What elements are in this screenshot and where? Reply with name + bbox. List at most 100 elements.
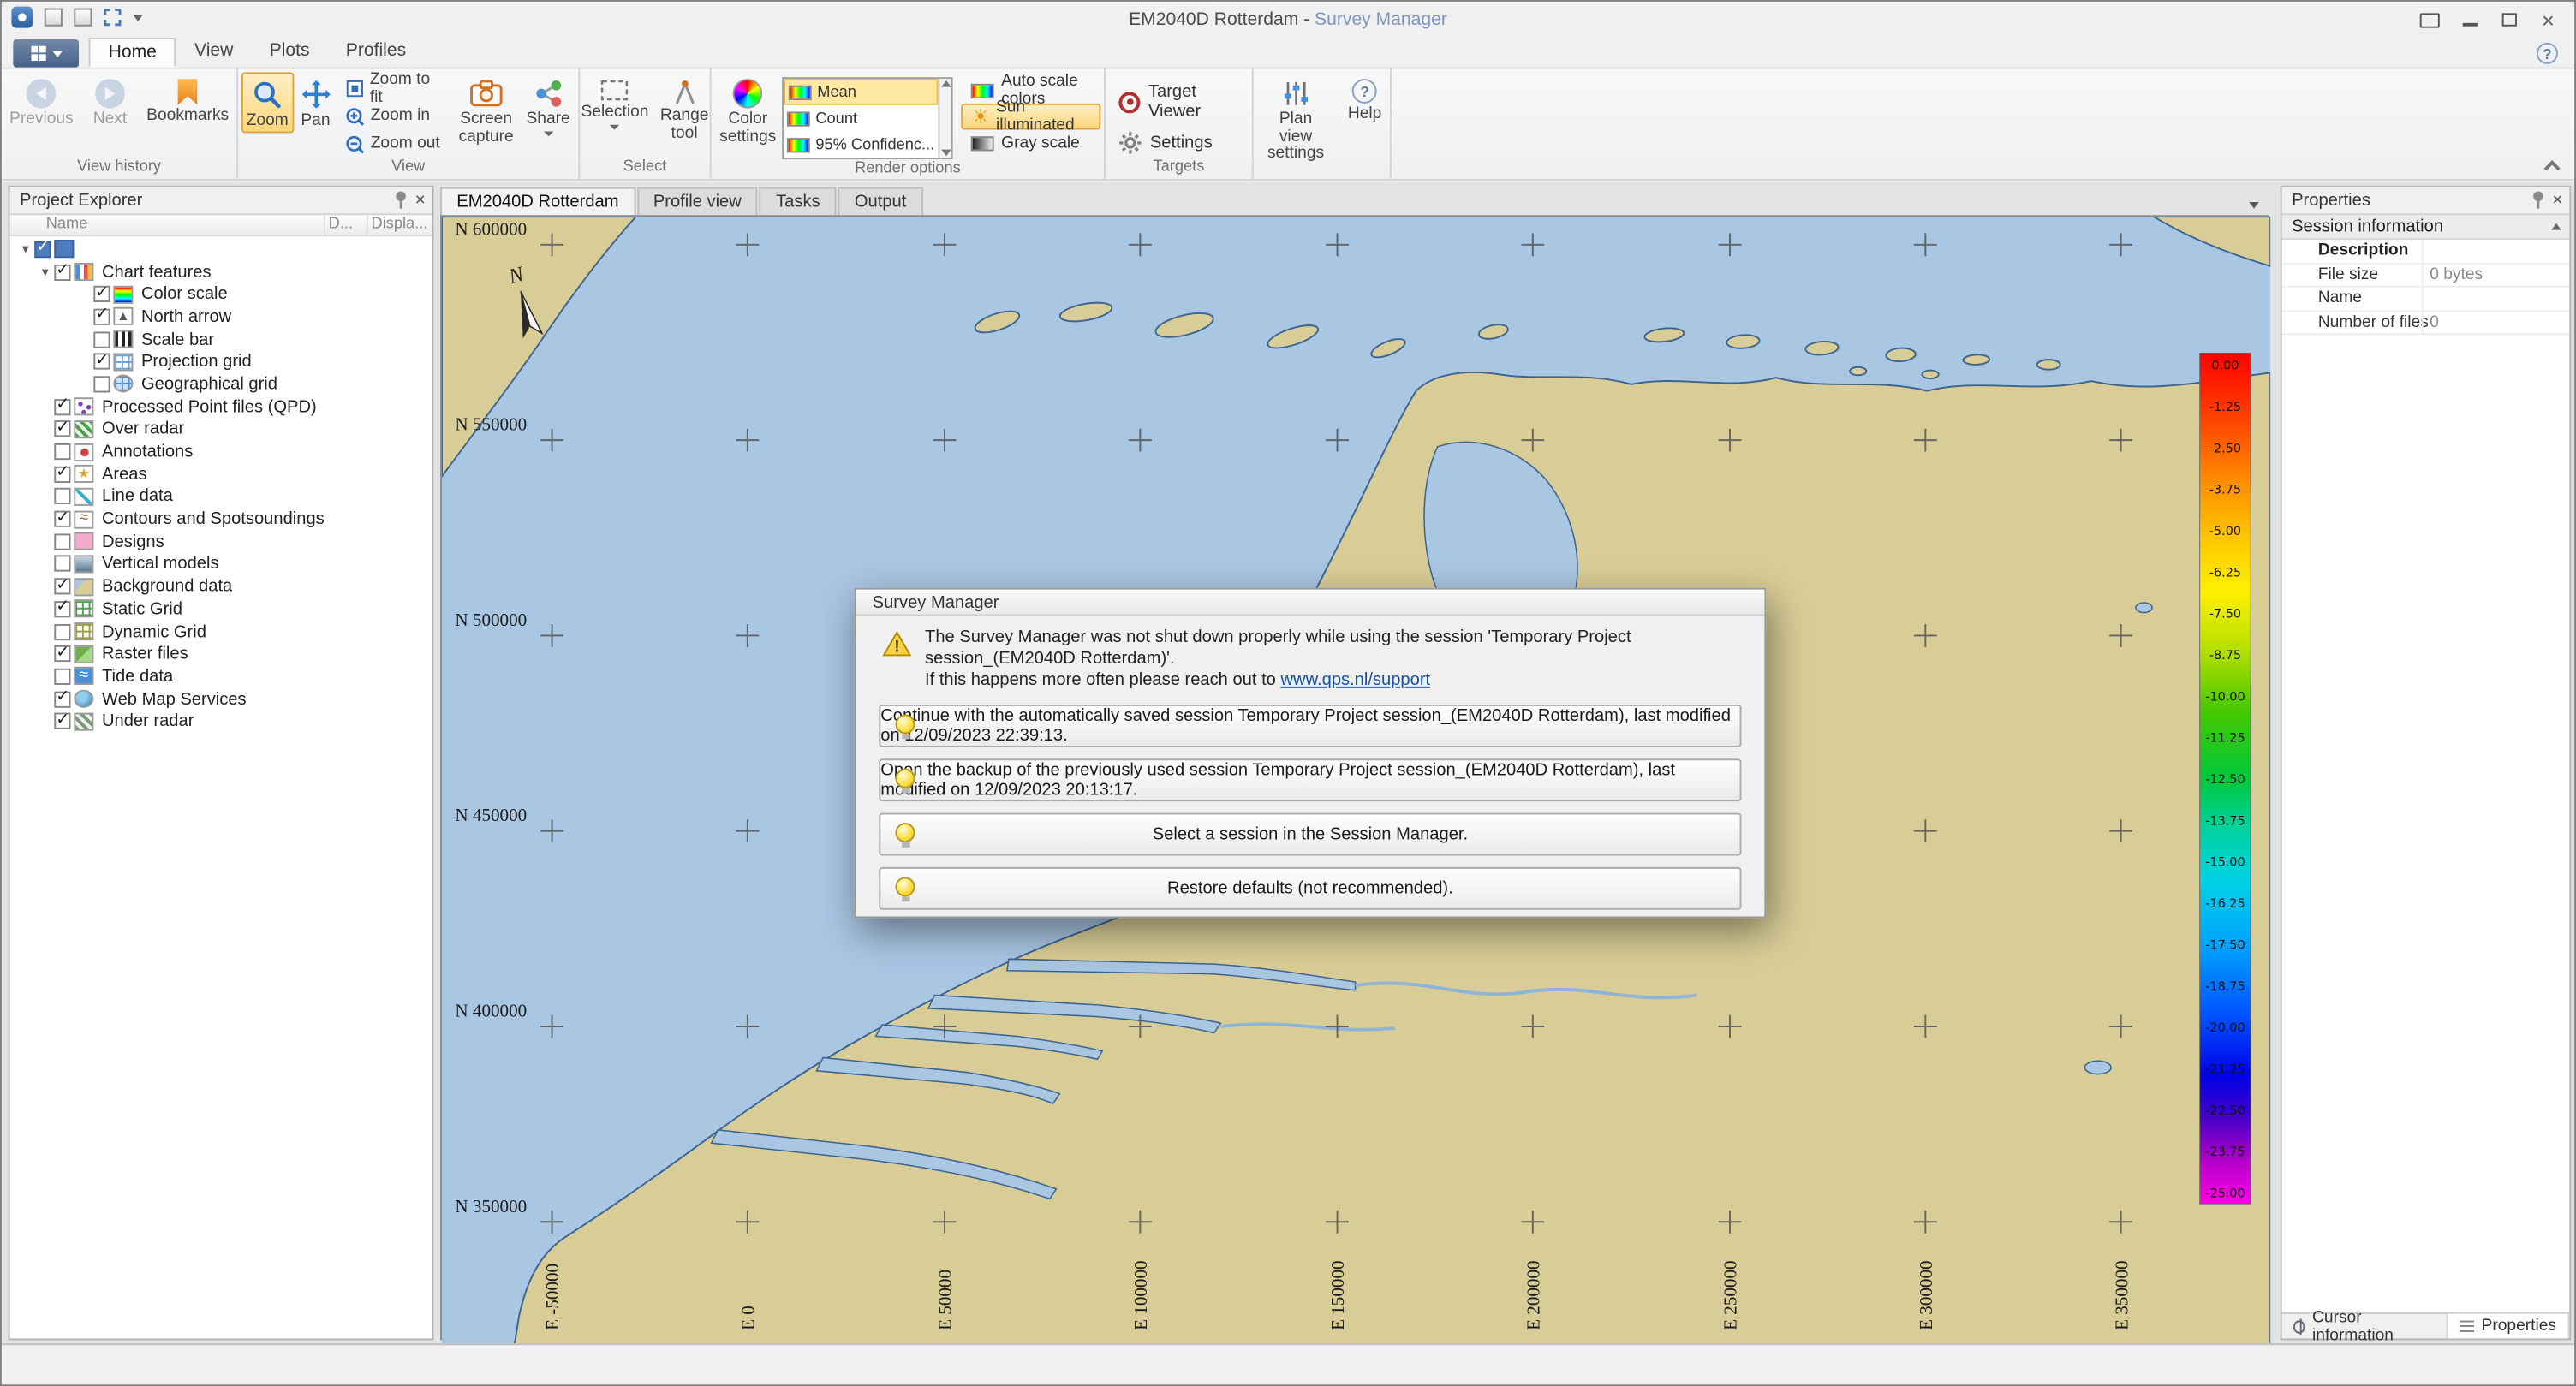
layer-checkbox[interactable] [93,331,110,348]
tree-item[interactable]: Areas [10,463,432,485]
tree-item[interactable]: Chart features [10,260,432,283]
layer-checkbox[interactable] [54,466,70,482]
maximize-button[interactable] [2489,5,2528,35]
tree-item[interactable]: Vertical models [10,553,432,575]
pan-button[interactable]: Pan [295,72,336,132]
property-row[interactable]: Name [2282,288,2570,312]
ribbon-tab[interactable]: View [176,38,252,68]
dialog-option-button[interactable]: Restore defaults (not recommended). [879,867,1741,910]
tree-item[interactable]: Contours and Spotsoundings [10,508,432,530]
help-button[interactable]: Help [1343,72,1386,125]
ribbon-tab[interactable]: Home [89,38,176,68]
column-d[interactable]: D... [324,215,367,235]
tree-item[interactable]: Projection grid [10,350,432,372]
document-tab[interactable]: Tasks [760,187,837,216]
tree-item[interactable]: Raster files [10,643,432,665]
share-button[interactable]: Share [522,72,575,137]
close-panel-icon[interactable]: × [2552,191,2562,209]
tree-item[interactable]: Processed Point files (QPD) [10,396,432,418]
layer-selector-scrollbar[interactable] [938,79,952,158]
layer-checkbox[interactable] [93,376,110,392]
help-button-top[interactable] [2537,43,2558,64]
property-row[interactable]: Description [2282,240,2570,264]
tree-item[interactable] [10,238,432,260]
tree-column-headers[interactable]: Name D... Displa... [10,215,432,236]
layer-checkbox[interactable] [54,264,70,280]
sun-illuminated-button[interactable]: Sun illuminated [962,104,1100,130]
tree-item[interactable]: Static Grid [10,598,432,620]
bookmarks-button[interactable]: Bookmarks [141,72,233,127]
session-information-header[interactable]: Session information [2282,215,2570,240]
tree-item[interactable]: Under radar [10,711,432,733]
color-settings-button[interactable]: Color settings [714,72,781,147]
layer-checkbox[interactable] [54,399,70,415]
target-viewer-button[interactable]: Target Viewer [1118,82,1238,122]
ribbon-tab[interactable]: Plots [252,38,328,68]
color-layer-option[interactable]: 95% Confidenc... [784,131,938,158]
gray-scale-button[interactable]: Gray scale [962,130,1100,157]
layer-checkbox[interactable] [93,308,110,324]
dialog-option-button[interactable]: Select a session in the Session Manager. [879,813,1741,856]
selection-button[interactable]: Selection [576,72,653,130]
screen-capture-button[interactable]: Screen capture [452,72,519,147]
expand-arrow-icon[interactable] [16,242,34,257]
close-panel-icon[interactable]: × [415,191,426,209]
tree-item[interactable]: Tide data [10,665,432,687]
tree-item[interactable]: Over radar [10,418,432,440]
property-row[interactable]: Number of files 0 [2282,312,2570,336]
tree-item[interactable]: Color scale [10,283,432,306]
tree-item[interactable]: Designs [10,531,432,553]
tree-item[interactable]: Web Map Services [10,687,432,710]
layer-checkbox[interactable] [54,645,70,662]
column-display[interactable]: Displa... [367,215,432,235]
tree-item[interactable]: Geographical grid [10,373,432,396]
layer-checkbox[interactable] [34,241,51,258]
layer-checkbox[interactable] [54,579,70,595]
document-tab[interactable]: Output [838,187,923,216]
presentation-mode-button[interactable] [2410,5,2449,35]
layer-checkbox[interactable] [54,623,70,639]
range-tool-button[interactable]: Range tool [655,72,713,144]
minimize-button[interactable] [2449,5,2489,35]
ribbon-tab[interactable]: Profiles [328,38,425,68]
color-layer-option[interactable]: Count [784,105,938,132]
layer-checkbox[interactable] [93,286,110,302]
layer-checkbox[interactable] [54,601,70,617]
application-menu-button[interactable] [13,39,79,68]
tree-item[interactable]: North arrow [10,306,432,328]
layer-checkbox[interactable] [54,713,70,729]
expand-arrow-icon[interactable] [36,265,54,279]
layer-checkbox[interactable] [54,691,70,707]
tab-list-dropdown-icon[interactable] [2249,202,2259,209]
previous-button[interactable]: Previous [4,72,78,130]
support-link[interactable]: www.qps.nl/support [1280,670,1430,690]
pin-icon[interactable] [394,191,407,211]
layer-checkbox[interactable] [54,421,70,437]
next-button[interactable]: Next [88,72,132,130]
color-layer-option[interactable]: Mean [784,79,938,105]
layer-checkbox[interactable] [54,533,70,550]
dialog-option-button[interactable]: Open the backup of the previously used s… [879,758,1741,801]
tree-item[interactable]: Line data [10,485,432,508]
tab-cursor-information[interactable]: Cursor information [2282,1314,2449,1339]
property-row[interactable]: File size 0 bytes [2282,264,2570,288]
document-tab[interactable]: EM2040D Rotterdam [440,187,635,216]
layer-checkbox[interactable] [54,669,70,685]
layer-checkbox[interactable] [54,511,70,527]
layer-checkbox[interactable] [93,354,110,370]
tree-item[interactable]: Annotations [10,440,432,462]
layer-checkbox[interactable] [54,489,70,505]
plan-view-settings-button[interactable]: Plan view settings [1257,72,1335,164]
close-button[interactable]: × [2528,5,2567,35]
tree-item[interactable]: Dynamic Grid [10,621,432,643]
zoom-in-button[interactable]: Zoom in [337,102,450,130]
tree-item[interactable]: Scale bar [10,328,432,350]
layer-checkbox[interactable] [54,556,70,572]
ribbon-collapse-icon[interactable] [2544,160,2561,176]
targets-settings-button[interactable]: Settings [1118,131,1238,154]
tab-properties[interactable]: Properties [2448,1314,2569,1339]
layer-checkbox[interactable] [54,443,70,460]
zoom-button[interactable]: Zoom [242,72,294,132]
dialog-title[interactable]: Survey Manager [856,590,1764,616]
zoom-out-button[interactable]: Zoom out [337,130,450,158]
